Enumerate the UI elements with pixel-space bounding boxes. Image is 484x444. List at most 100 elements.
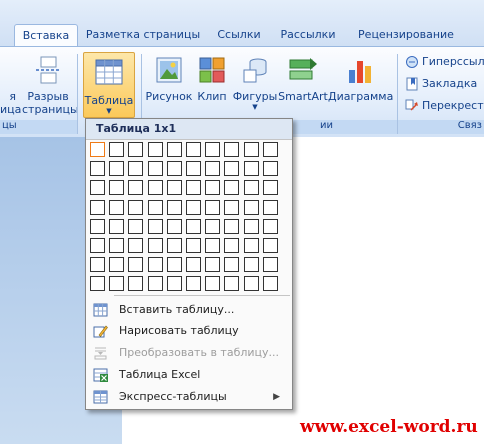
table-grid-cell[interactable] — [109, 238, 125, 253]
table-grid-cell[interactable] — [166, 257, 182, 273]
insert-table-item[interactable]: Вставить таблицу... — [88, 299, 290, 321]
draw-table-item[interactable]: Нарисовать таблицу — [88, 320, 290, 342]
table-grid-cell[interactable] — [224, 257, 240, 273]
table-grid-cell[interactable] — [90, 238, 105, 253]
table-grid-cell[interactable] — [147, 180, 163, 196]
table-grid-cell[interactable] — [90, 180, 105, 196]
table-grid-cell[interactable] — [243, 180, 259, 196]
tab-insert[interactable]: Вставка — [14, 24, 78, 48]
table-grid-cell[interactable] — [186, 218, 201, 234]
table-grid-cell[interactable] — [147, 276, 163, 292]
hyperlink-button[interactable]: Гиперссылк — [405, 54, 484, 70]
table-grid-cell[interactable] — [186, 276, 201, 292]
table-grid-cell[interactable] — [128, 161, 144, 177]
table-grid-cell[interactable] — [262, 142, 278, 157]
table-grid-cell[interactable] — [205, 218, 221, 234]
table-grid-cell[interactable] — [128, 276, 144, 292]
cross-reference-button[interactable]: Перекрест — [405, 98, 484, 114]
table-grid-cell[interactable] — [186, 142, 201, 157]
table-grid-cell[interactable] — [186, 161, 201, 177]
table-grid-cell[interactable] — [243, 218, 259, 234]
table-grid-cell[interactable] — [109, 142, 125, 157]
table-grid-cell[interactable] — [166, 238, 182, 253]
table-grid-cell[interactable] — [224, 199, 240, 215]
table-grid-cell[interactable] — [186, 199, 201, 215]
excel-table-item[interactable]: Таблица Excel — [88, 364, 290, 386]
table-grid-cell[interactable] — [243, 257, 259, 273]
table-grid-cell[interactable] — [262, 199, 278, 215]
table-grid-cell[interactable] — [243, 276, 259, 292]
smartart-button[interactable]: SmartArt — [278, 56, 328, 103]
table-grid-cell[interactable] — [166, 161, 182, 177]
table-grid-cell[interactable] — [147, 142, 163, 157]
table-grid-cell[interactable] — [90, 276, 105, 292]
table-grid-cell[interactable] — [205, 180, 221, 196]
page-break-button[interactable]: Разрыв страницы — [22, 56, 79, 116]
table-grid-cell[interactable] — [205, 257, 221, 273]
table-grid-cell[interactable] — [147, 199, 163, 215]
table-grid-cell[interactable] — [205, 238, 221, 253]
table-button[interactable]: Таблица ▼ — [83, 52, 135, 118]
table-grid-cell[interactable] — [128, 218, 144, 234]
partial-left-button[interactable]: я ица — [0, 90, 21, 116]
table-grid-cell[interactable] — [128, 142, 144, 157]
table-grid-cell[interactable] — [262, 276, 278, 292]
table-grid-cell[interactable] — [243, 161, 259, 177]
table-grid-cell[interactable] — [186, 238, 201, 253]
tab-review[interactable]: Рецензирование — [350, 24, 462, 46]
table-grid-cell[interactable] — [166, 142, 182, 157]
table-grid-cell[interactable] — [128, 257, 144, 273]
table-grid-cell[interactable] — [186, 180, 201, 196]
table-grid-cell[interactable] — [205, 276, 221, 292]
chart-button[interactable]: Диаграмма — [328, 56, 393, 103]
table-grid-cell[interactable] — [147, 257, 163, 273]
table-grid-cell[interactable] — [224, 276, 240, 292]
table-grid-cell[interactable] — [147, 238, 163, 253]
clipart-button[interactable]: Клип — [194, 56, 230, 103]
table-grid-cell[interactable] — [262, 238, 278, 253]
table-grid-cell[interactable] — [205, 161, 221, 177]
table-grid-cell[interactable] — [109, 218, 125, 234]
table-grid-cell[interactable] — [262, 161, 278, 177]
table-grid-cell[interactable] — [224, 142, 240, 157]
table-grid-cell[interactable] — [166, 180, 182, 196]
tab-references[interactable]: Ссылки — [210, 24, 268, 46]
table-grid-cell[interactable] — [90, 199, 105, 215]
table-grid-cell[interactable] — [128, 180, 144, 196]
table-grid-cell[interactable] — [186, 257, 201, 273]
table-grid-cell[interactable] — [109, 276, 125, 292]
table-grid-cell[interactable] — [224, 161, 240, 177]
table-grid-cell[interactable] — [243, 142, 259, 157]
table-grid-cell[interactable] — [205, 142, 221, 157]
tab-page-layout[interactable]: Разметка страницы — [84, 24, 202, 46]
table-grid-cell[interactable] — [243, 199, 259, 215]
table-grid-cell[interactable] — [205, 199, 221, 215]
table-grid-cell[interactable] — [90, 142, 105, 157]
table-grid-cell[interactable] — [224, 238, 240, 253]
table-grid-cell[interactable] — [109, 180, 125, 196]
table-grid-cell[interactable] — [262, 257, 278, 273]
table-grid-cell[interactable] — [262, 218, 278, 234]
table-grid-cell[interactable] — [166, 276, 182, 292]
table-grid-cell[interactable] — [224, 180, 240, 196]
table-grid-cell[interactable] — [166, 218, 182, 234]
table-grid-cell[interactable] — [109, 257, 125, 273]
table-grid-cell[interactable] — [224, 218, 240, 234]
table-grid-cell[interactable] — [128, 238, 144, 253]
shapes-button[interactable]: Фигуры ▼ — [232, 56, 278, 111]
table-grid-cell[interactable] — [147, 218, 163, 234]
table-grid-cell[interactable] — [109, 199, 125, 215]
table-grid-cell[interactable] — [128, 199, 144, 215]
table-grid-cell[interactable] — [109, 161, 125, 177]
table-grid-cell[interactable] — [262, 180, 278, 196]
tab-mailings[interactable]: Рассылки — [276, 24, 340, 46]
table-grid-cell[interactable] — [147, 161, 163, 177]
bookmark-button[interactable]: Закладка — [405, 76, 477, 92]
table-grid-cell[interactable] — [90, 161, 105, 177]
table-grid-cell[interactable] — [90, 257, 105, 273]
table-grid-cell[interactable] — [166, 199, 182, 215]
table-grid-cell[interactable] — [90, 218, 105, 234]
quick-tables-item[interactable]: Экспресс-таблицы ▶ — [88, 386, 290, 408]
table-grid-cell[interactable] — [243, 238, 259, 253]
picture-button[interactable]: Рисунок — [144, 56, 194, 103]
